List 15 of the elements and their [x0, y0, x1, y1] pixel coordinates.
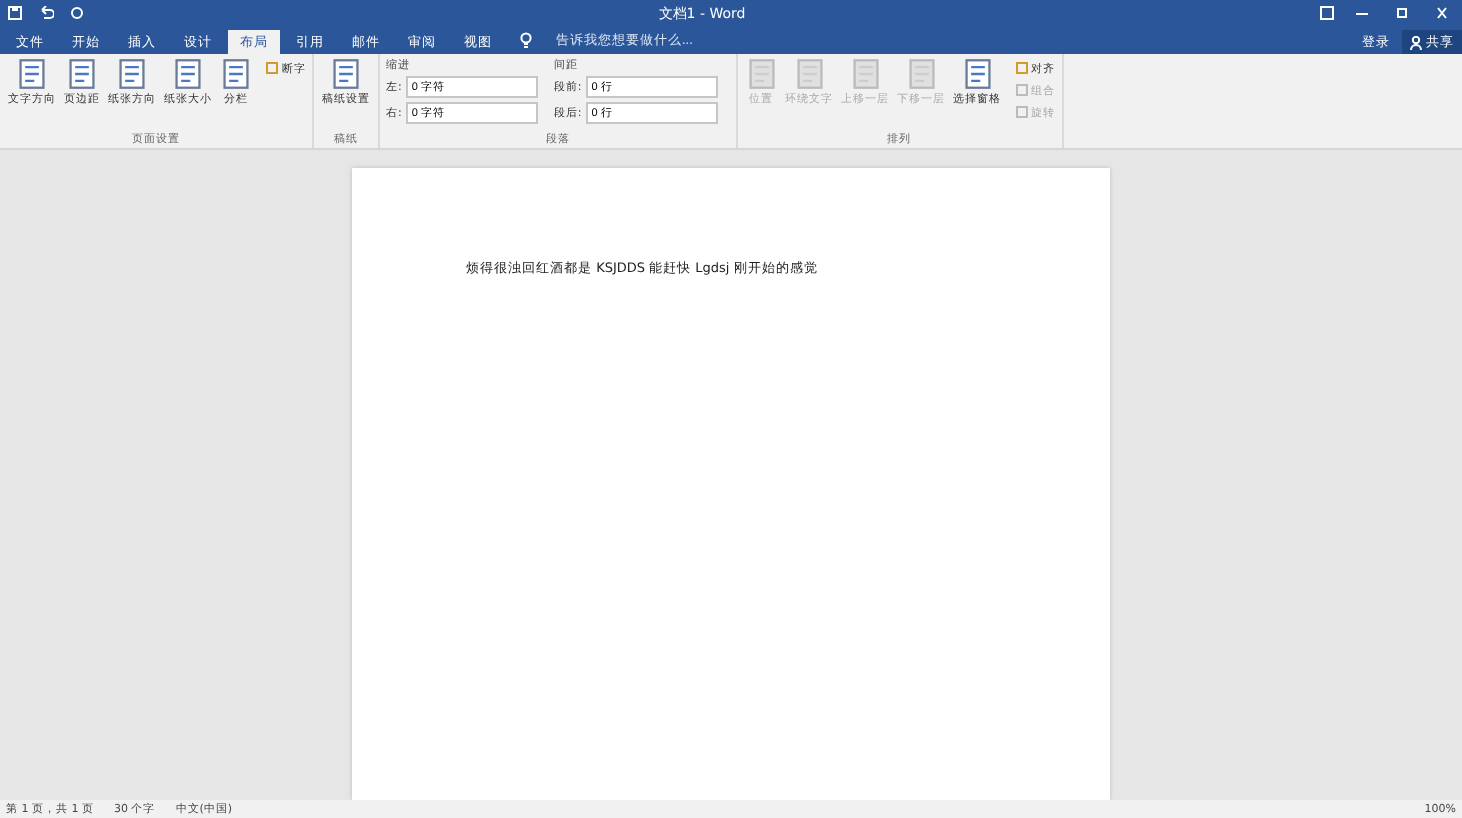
person-icon [1410, 35, 1422, 49]
square-icon [1015, 62, 1028, 74]
document-icon [172, 58, 204, 90]
undo-icon[interactable] [38, 6, 54, 20]
save-icon[interactable] [8, 6, 22, 20]
square-icon [1015, 84, 1028, 96]
document-icon [16, 58, 48, 90]
square-icon [266, 62, 278, 74]
document-icon [116, 58, 148, 90]
document-icon [66, 58, 98, 90]
lightbulb-icon [520, 32, 532, 48]
document-icon [961, 58, 994, 90]
document-icon [220, 58, 252, 90]
square-icon [1015, 106, 1028, 118]
document-icon [330, 58, 362, 90]
